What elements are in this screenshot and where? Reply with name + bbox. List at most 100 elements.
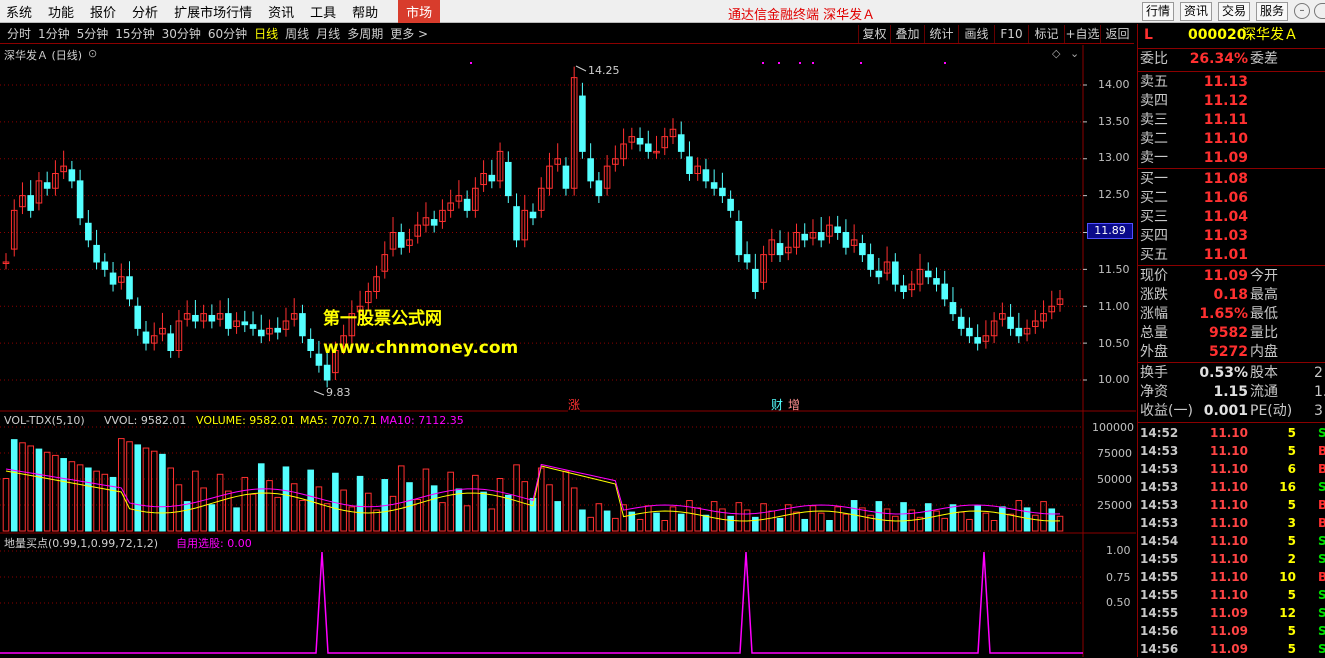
vvol-value: VVOL: 9582.01 — [104, 414, 187, 427]
menu-help[interactable]: 帮助 — [352, 2, 378, 21]
menu-info[interactable]: 资讯 — [268, 2, 294, 21]
event-tag-increase[interactable]: 增 — [788, 396, 800, 413]
quote-tab-button[interactable]: 行情 — [1142, 2, 1174, 21]
menu-function[interactable]: 功能 — [48, 2, 74, 21]
candle-body — [513, 206, 520, 241]
period-more[interactable]: 更多 > — [390, 25, 428, 42]
tick-price: 11.10 — [1210, 462, 1248, 476]
volume-bar — [208, 504, 216, 532]
back-button[interactable]: 返回 — [1100, 25, 1134, 43]
draw-button[interactable]: 画线 — [958, 25, 994, 43]
info-tab-button[interactable]: 资讯 — [1180, 2, 1212, 21]
candle-body — [463, 198, 471, 211]
tick-side: S — [1318, 552, 1325, 566]
candle-body — [677, 134, 685, 152]
caption-dropdown-icon[interactable]: ⊙ — [88, 47, 97, 60]
service-tab-button[interactable]: 服务 — [1256, 2, 1288, 21]
menu-tools[interactable]: 工具 — [310, 2, 336, 21]
chart-area[interactable]: 深华发Ａ (日线) ⊙ ◇ ⌄ 14.25 9.83 14.00 13.50 1… — [0, 45, 1136, 657]
volume-bar — [323, 503, 331, 532]
volume-bar — [10, 439, 18, 532]
ask-row: 卖四 11.12 — [1138, 92, 1325, 111]
bid-price: 11.01 — [1203, 247, 1248, 263]
candle-body — [933, 278, 940, 285]
menu-analysis[interactable]: 分析 — [132, 2, 158, 21]
stat-label: 总量 — [1140, 325, 1168, 341]
candle-body — [68, 169, 76, 182]
current-price-marker: 11.89 — [1087, 223, 1133, 239]
tick-side: S — [1318, 480, 1325, 494]
minimize-icon[interactable]: – — [1294, 3, 1310, 19]
event-tag-limitup[interactable]: 涨 — [568, 396, 581, 413]
period-60min[interactable]: 60分钟 — [208, 25, 247, 42]
bid-row: 买三 11.04 — [1138, 208, 1325, 227]
stat-label: 外盘 — [1140, 344, 1168, 360]
period-15min[interactable]: 15分钟 — [115, 25, 154, 42]
overlay-button[interactable]: 叠加 — [890, 25, 924, 43]
bid-label: 买一 — [1140, 171, 1168, 187]
menu-ext-market[interactable]: 扩展市场行情 — [174, 2, 252, 21]
price-tick: 10.00 — [1098, 373, 1130, 386]
candle-body — [859, 243, 866, 256]
stats-button[interactable]: 统计 — [924, 25, 958, 43]
volume-bar — [472, 474, 479, 532]
maximize-icon[interactable] — [1314, 3, 1325, 19]
period-5min[interactable]: 5分钟 — [77, 25, 109, 42]
volume-bar — [529, 497, 537, 532]
trade-tick-row: 14:56 11.09 5 S — [1138, 622, 1325, 640]
adjust-button[interactable]: 复权 — [858, 25, 890, 43]
mark-button[interactable]: 标记 — [1028, 25, 1064, 43]
signal-dot — [762, 62, 764, 64]
add-watchlist-button[interactable]: +自选 — [1064, 25, 1100, 43]
period-daily[interactable]: 日线 — [254, 25, 278, 42]
tick-volume: 3 — [1287, 516, 1296, 530]
volume-value: VOLUME: 9582.01 — [196, 414, 295, 427]
kline-chart[interactable] — [0, 45, 1136, 657]
volume-indicator-name[interactable]: VOL-TDX(5,10) — [4, 414, 85, 427]
period-1min[interactable]: 1分钟 — [38, 25, 70, 42]
stat-row: 涨幅 1.65% 最低 — [1138, 305, 1325, 324]
diamond-icon[interactable]: ◇ — [1052, 47, 1060, 60]
volume-bar — [1007, 513, 1014, 532]
volume-bar — [809, 505, 817, 532]
bid-price: 11.06 — [1203, 190, 1248, 206]
volume-bar — [653, 512, 660, 532]
bid-row: 买二 11.06 — [1138, 189, 1325, 208]
indicator-name[interactable]: 地量买点(0.99,1,0.99,72,1,2) — [4, 535, 158, 551]
period-monthly[interactable]: 月线 — [316, 25, 340, 42]
volume-bar — [636, 518, 644, 532]
tick-volume: 16 — [1279, 480, 1296, 494]
ask-label: 卖一 — [1140, 150, 1168, 166]
volume-bar — [488, 508, 496, 532]
volume-bar — [1040, 501, 1047, 532]
tick-price: 11.10 — [1210, 570, 1248, 584]
fund-value: 0.53% — [1199, 365, 1248, 381]
ask-price: 11.09 — [1203, 150, 1248, 166]
tick-time: 14:53 — [1140, 480, 1179, 494]
volume-bar — [257, 463, 265, 532]
volume-bar — [735, 502, 743, 532]
ask-label: 卖五 — [1140, 74, 1168, 90]
f10-button[interactable]: F10 — [994, 25, 1028, 43]
period-30min[interactable]: 30分钟 — [162, 25, 201, 42]
candle-body — [299, 313, 306, 337]
stock-code: 000020 — [1188, 27, 1247, 43]
menu-system[interactable]: 系统 — [6, 2, 32, 21]
period-weekly[interactable]: 周线 — [285, 25, 309, 42]
volume-bar — [463, 505, 471, 532]
menu-quote[interactable]: 报价 — [90, 2, 116, 21]
period-multi[interactable]: 多周期 — [347, 25, 383, 42]
volume-bar — [999, 506, 1006, 532]
price-tick: 10.50 — [1098, 337, 1130, 350]
candle-body — [1007, 316, 1014, 329]
fund-value: 1.15 — [1213, 384, 1248, 400]
weibi-value: 26.34% — [1189, 51, 1248, 67]
trade-tab-button[interactable]: 交易 — [1218, 2, 1250, 21]
period-tick[interactable]: 分时 — [7, 25, 31, 42]
ask-price: 11.10 — [1203, 131, 1248, 147]
market-button[interactable]: 市场 — [398, 0, 441, 23]
tick-price: 11.10 — [1210, 516, 1248, 530]
event-tag-finance[interactable]: 财 — [771, 396, 783, 413]
chevron-down-icon[interactable]: ⌄ — [1070, 47, 1079, 60]
candle-body — [719, 187, 726, 197]
